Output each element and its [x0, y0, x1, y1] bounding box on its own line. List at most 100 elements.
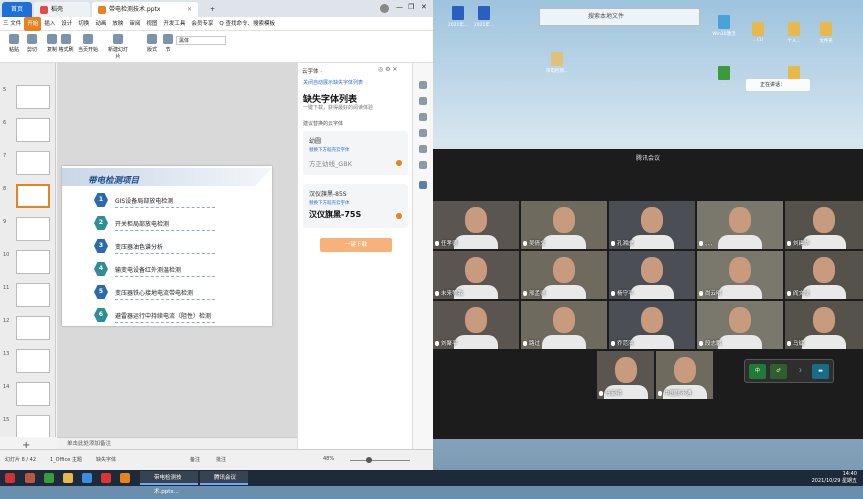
- app-icon[interactable]: [25, 473, 35, 483]
- slide-thumbnail[interactable]: [16, 382, 50, 406]
- participant-video[interactable]: 任孝德: [433, 201, 519, 249]
- taskbar-task[interactable]: 带电检测技术.pptx...: [140, 471, 198, 495]
- slide-thumbnail[interactable]: [16, 217, 50, 241]
- ribbon-tab[interactable]: 切换: [75, 17, 92, 31]
- ribbon-tab[interactable]: 视图: [143, 17, 160, 31]
- close-window-icon[interactable]: ✕: [421, 3, 427, 11]
- slide-thumbnail[interactable]: [16, 283, 50, 307]
- slide-thumbnail[interactable]: [16, 250, 50, 274]
- slide[interactable]: 带电检测项目 1 GIS设备局部放电检测 2 开关柜局部放电检测 3 变压器油色谱分析 4 输…: [62, 166, 272, 326]
- missing-font-card[interactable]: 幼圆 替换下方稻壳云字体 方正幼线_GBK: [303, 131, 408, 175]
- ribbon-tab[interactable]: 开发工具: [160, 17, 188, 31]
- meeting-control-button[interactable]: ♂: [770, 364, 787, 379]
- text-tool-icon[interactable]: [419, 181, 427, 189]
- rail-tool-icon[interactable]: [419, 97, 427, 105]
- rail-tool-icon[interactable]: [419, 113, 427, 121]
- app-icon[interactable]: [101, 473, 111, 483]
- slide-thumbnail[interactable]: [16, 349, 50, 373]
- desktop-icon[interactable]: Win10激活: [706, 15, 742, 37]
- taskbar-task[interactable]: 腾讯会议: [200, 471, 248, 485]
- minimize-icon[interactable]: —: [396, 3, 403, 11]
- participant-video[interactable]: 中国联不通: [656, 351, 713, 399]
- ribbon-tab[interactable]: Q 查找命令、搜索模板: [216, 17, 278, 31]
- meeting-control-button[interactable]: ☽: [791, 364, 808, 379]
- desktop-icon[interactable]: 个人...: [776, 22, 812, 44]
- close-auto-show-link[interactable]: 关闭自动展示缺失字体列表: [303, 79, 363, 86]
- participant-video[interactable]: 马斌: [785, 301, 863, 349]
- new-tab-button[interactable]: +: [204, 2, 221, 17]
- slide-thumbnail[interactable]: [16, 118, 50, 142]
- meeting-control-button[interactable]: ▬: [812, 364, 829, 379]
- maximize-icon[interactable]: ❐: [408, 3, 414, 11]
- tab-wps[interactable]: 稻壳: [34, 2, 90, 17]
- download-all-button[interactable]: 一键下载: [320, 238, 392, 252]
- tab-document[interactable]: 带电检测技术.pptx ✕: [92, 2, 198, 17]
- participant-video[interactable]: 马宏明: [597, 351, 654, 399]
- desktop-icon[interactable]: ...: [706, 66, 742, 87]
- rail-tool-icon[interactable]: [419, 81, 427, 89]
- toolbar-tool[interactable]: 新建幻灯片: [108, 34, 128, 60]
- ribbon-tab[interactable]: 插入: [41, 17, 58, 31]
- participant-video[interactable]: 路过: [521, 301, 607, 349]
- missing-font-name: 汉仪旗黑-85S: [309, 191, 347, 198]
- slide-thumbnail[interactable]: [16, 184, 50, 208]
- font-name-select[interactable]: 黑体: [176, 36, 226, 45]
- slide-thumbnail[interactable]: [16, 415, 50, 437]
- panel-tools-icon[interactable]: ◎ ⚙ ✕: [378, 66, 397, 73]
- notes-button[interactable]: 备注: [190, 456, 200, 463]
- participant-video[interactable]: 段志鹏: [697, 301, 783, 349]
- meeting-control-button[interactable]: 中: [749, 364, 766, 379]
- avatar[interactable]: [380, 4, 389, 13]
- slide-thumbnail[interactable]: [16, 151, 50, 175]
- toolbar-tool[interactable]: 当页开始: [78, 34, 98, 53]
- app-icon[interactable]: [44, 473, 54, 483]
- desktop-search-input[interactable]: 搜索本地文件: [539, 8, 700, 26]
- participant-video[interactable]: 阎文成: [785, 251, 863, 299]
- toolbar-tool[interactable]: 剪切: [22, 34, 42, 53]
- ribbon-tab[interactable]: 会员专享: [188, 17, 216, 31]
- ribbon-tab[interactable]: 动画: [92, 17, 109, 31]
- zoom-slider-handle[interactable]: [366, 457, 372, 463]
- folder-icon[interactable]: [63, 473, 73, 483]
- participant-video[interactable]: 杨守平: [609, 251, 695, 299]
- download-icon[interactable]: [396, 213, 402, 219]
- ribbon-tab[interactable]: 设计: [58, 17, 75, 31]
- toolbar-tool[interactable]: 节: [158, 34, 178, 53]
- desktop-icon[interactable]: 2021年...: [466, 6, 502, 28]
- participant-video[interactable]: 尚云明: [697, 251, 783, 299]
- tab-home[interactable]: 首页: [2, 2, 32, 17]
- desktop-icon[interactable]: 文件夹: [808, 22, 844, 44]
- ribbon-tab[interactable]: 三 文件: [0, 17, 24, 31]
- ribbon-tab[interactable]: 审阅: [126, 17, 143, 31]
- slide-thumbnail[interactable]: [16, 85, 50, 109]
- participant-video[interactable]: 刘建华: [785, 201, 863, 249]
- participant-video[interactable]: 、、、: [697, 201, 783, 249]
- participant-video[interactable]: 孔湘虎: [609, 201, 695, 249]
- participant-video[interactable]: 未来等我: [433, 251, 519, 299]
- start-icon[interactable]: [5, 473, 15, 483]
- rail-tool-icon[interactable]: [419, 129, 427, 137]
- download-icon[interactable]: [396, 160, 402, 166]
- slide-thumbnail[interactable]: [16, 316, 50, 340]
- participant-video[interactable]: 吴倩文: [521, 201, 607, 249]
- comments-button[interactable]: 批注: [216, 456, 226, 463]
- ribbon-tab-home[interactable]: 开始: [24, 17, 42, 31]
- rail-tool-icon[interactable]: [419, 145, 427, 153]
- participant-video[interactable]: 邢孟德: [521, 251, 607, 299]
- zoom-level[interactable]: 48%: [323, 456, 334, 462]
- zoom-slider[interactable]: [350, 460, 410, 461]
- missing-font-card[interactable]: 汉仪旗黑-85S 替换下方稻壳云字体 汉仪旗黑-75S: [303, 184, 408, 228]
- participant-video[interactable]: 刘聚平: [433, 301, 519, 349]
- ribbon-tab[interactable]: 放映: [109, 17, 126, 31]
- notes-placeholder[interactable]: 单击此处添加备注: [57, 437, 297, 449]
- app-icon[interactable]: [120, 473, 130, 483]
- desktop-icon[interactable]: 带电检测...: [539, 52, 575, 74]
- participant-video[interactable]: 乔范滨: [609, 301, 695, 349]
- browser-icon[interactable]: [82, 473, 92, 483]
- rail-tool-icon[interactable]: [419, 161, 427, 169]
- toolbar-tool[interactable]: 粘贴: [4, 34, 24, 53]
- missing-fonts-button[interactable]: 缺失字体: [96, 456, 116, 463]
- close-icon[interactable]: ✕: [187, 2, 192, 17]
- toolbar-tool[interactable]: 格式刷: [56, 34, 76, 53]
- desktop-icon[interactable]: ...(1): [740, 22, 776, 43]
